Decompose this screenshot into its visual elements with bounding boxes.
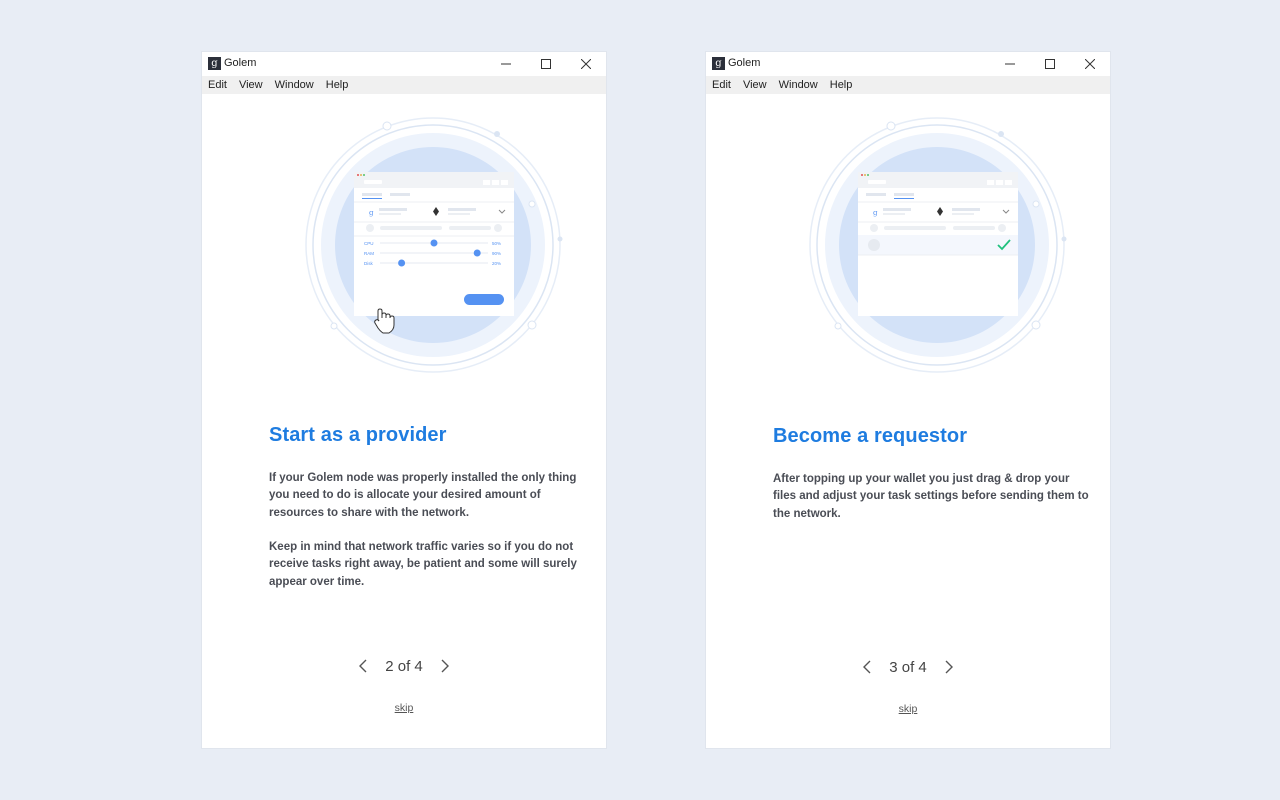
previous-page-button[interactable] (857, 657, 877, 677)
slider-label-cpu: CPU (364, 241, 374, 246)
slider-knob-ram (473, 249, 481, 257)
menu-window[interactable]: Window (773, 76, 824, 94)
golem-logo-icon: g (712, 57, 725, 70)
window-title: Golem (728, 57, 761, 69)
skip-link[interactable]: skip (202, 702, 606, 714)
slider-knob-cpu (430, 239, 438, 247)
close-button[interactable] (1070, 52, 1110, 76)
description-paragraph-1: If your Golem node was properly installe… (269, 472, 577, 519)
chevron-left-icon (359, 659, 367, 673)
pagination: 3 of 4 (706, 657, 1110, 677)
page-heading: Become a requestor (773, 425, 968, 447)
skip-link[interactable]: skip (706, 703, 1110, 715)
slider-value-cpu: 50% (492, 241, 501, 246)
page-indicator: 2 of 4 (385, 657, 423, 675)
slider-knob-disk (398, 259, 406, 267)
minimize-button[interactable] (990, 52, 1030, 76)
close-icon (581, 59, 591, 69)
description-paragraph-1: After topping up your wallet you just dr… (773, 473, 1089, 520)
maximize-icon (1045, 59, 1055, 69)
window-title: Golem (224, 57, 257, 69)
slider-label-disk: Disk (364, 261, 373, 266)
page-heading: Start as a provider (269, 424, 447, 446)
slider-value-ram: 90% (492, 251, 501, 256)
menu-help[interactable]: Help (824, 76, 859, 94)
pagination: 2 of 4 (202, 656, 606, 676)
title-bar[interactable]: g Golem (706, 52, 1110, 76)
onboarding-window-provider: g Golem Edit View Window Help g CPU 50% … (202, 52, 606, 748)
minimize-icon (1005, 63, 1015, 65)
svg-text:g: g (369, 209, 374, 217)
next-page-button[interactable] (435, 656, 455, 676)
previous-page-button[interactable] (353, 656, 373, 676)
menu-help[interactable]: Help (320, 76, 355, 94)
slider-value-disk: 20% (492, 261, 501, 266)
requestor-illustration: g (809, 117, 1067, 373)
provider-illustration: g CPU 50% RAM 90% Disk 20% (305, 117, 563, 373)
chevron-right-icon (441, 659, 449, 673)
menu-view[interactable]: View (233, 76, 269, 94)
maximize-button[interactable] (1030, 52, 1070, 76)
chevron-left-icon (863, 660, 871, 674)
page-indicator: 3 of 4 (889, 658, 927, 676)
next-page-button[interactable] (939, 657, 959, 677)
chevron-right-icon (945, 660, 953, 674)
close-button[interactable] (566, 52, 606, 76)
title-bar[interactable]: g Golem (202, 52, 606, 76)
svg-text:g: g (873, 209, 878, 217)
menu-view[interactable]: View (737, 76, 773, 94)
onboarding-window-requestor: g Golem Edit View Window Help g Become a… (706, 52, 1110, 748)
maximize-icon (541, 59, 551, 69)
menu-edit[interactable]: Edit (202, 76, 233, 94)
description-paragraph-2: Keep in mind that network traffic varies… (269, 541, 577, 588)
minimize-button[interactable] (486, 52, 526, 76)
minimize-icon (501, 63, 511, 65)
menu-edit[interactable]: Edit (706, 76, 737, 94)
slider-label-ram: RAM (364, 251, 374, 256)
close-icon (1085, 59, 1095, 69)
maximize-button[interactable] (526, 52, 566, 76)
menu-bar: Edit View Window Help (202, 76, 606, 94)
menu-bar: Edit View Window Help (706, 76, 1110, 94)
menu-window[interactable]: Window (269, 76, 320, 94)
golem-logo-icon: g (208, 57, 221, 70)
